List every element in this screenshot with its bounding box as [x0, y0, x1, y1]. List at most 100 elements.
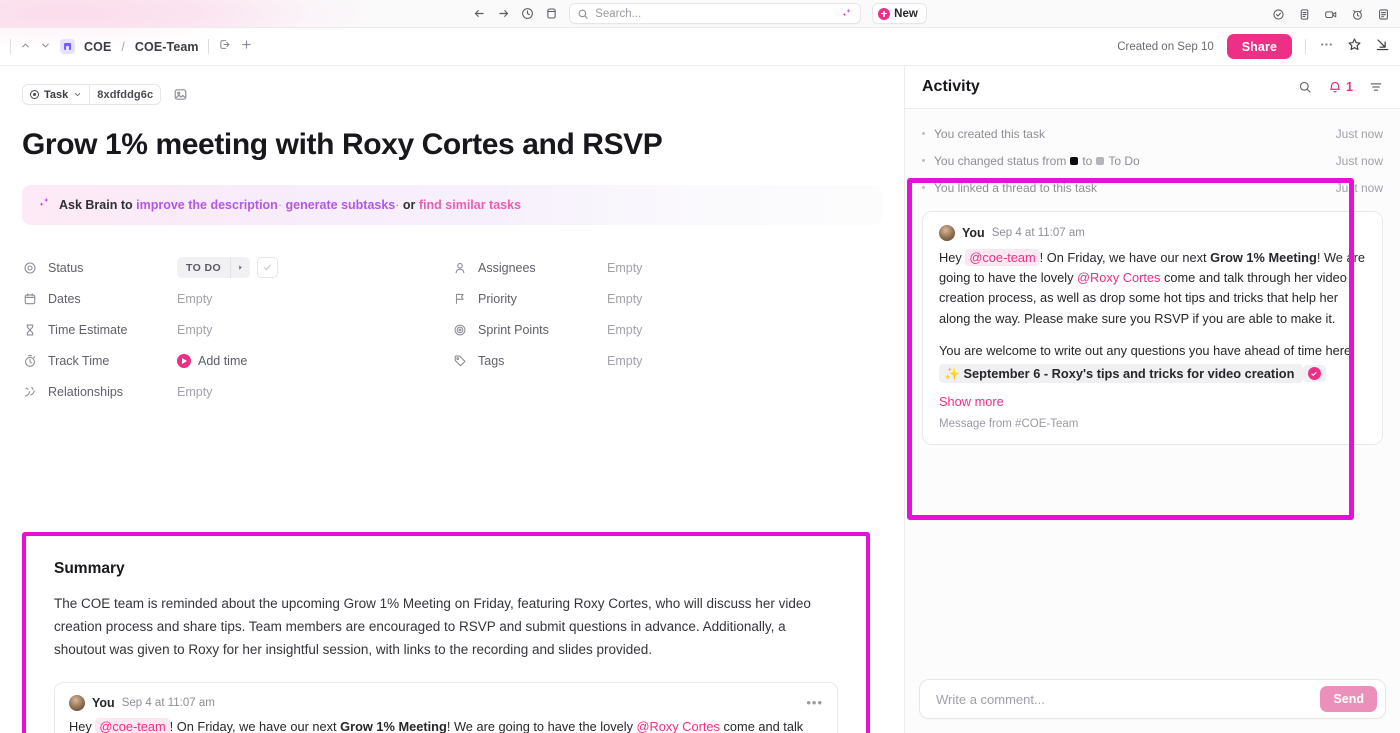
play-record-icon [177, 353, 191, 368]
field-time-estimate-label: Time Estimate [22, 323, 177, 337]
bullet-icon [922, 159, 925, 162]
field-label-text: Time Estimate [48, 322, 128, 337]
log-text: You linked a thread to this task [934, 180, 1097, 195]
share-button[interactable]: Share [1226, 34, 1292, 59]
page-title: Grow 1% meeting with Roxy Cortes and RSV… [22, 128, 663, 161]
doc-icon[interactable] [1298, 8, 1311, 21]
breadcrumb-list[interactable]: COE-Team [135, 40, 199, 54]
task-link-badge[interactable] [1302, 365, 1326, 383]
field-assignees-value[interactable]: Empty [607, 261, 642, 275]
p1-bold: Grow 1% Meeting [1210, 250, 1317, 265]
add-time-button[interactable]: Add time [177, 353, 247, 368]
breadcrumb: COE / COE-Team [10, 38, 253, 56]
comment-composer: Send [905, 669, 1400, 733]
more-options-icon[interactable] [1319, 37, 1334, 57]
chevron-up-icon[interactable] [20, 38, 31, 56]
field-priority-value[interactable]: Empty [607, 292, 642, 306]
notifications-bell[interactable]: 1 [1328, 80, 1353, 94]
generate-subtasks-link[interactable]: generate subtasks [285, 198, 395, 212]
flag-icon [452, 292, 467, 306]
status-badge[interactable]: TO DO [177, 257, 251, 279]
clip-record-icon[interactable] [1324, 8, 1338, 21]
field-assignees: Assignees Empty [452, 252, 882, 283]
field-sprint-points-value[interactable]: Empty [607, 323, 642, 337]
linked-doc-chip[interactable]: ✨ September 6 - Roxy's tips and tricks f… [939, 363, 1303, 383]
field-sprint-points: Sprint Points Empty [452, 314, 882, 345]
open-in-new-icon[interactable] [218, 38, 231, 56]
field-label-text: Tags [478, 353, 505, 368]
pink-gradient-decoration [0, 0, 360, 27]
task-check-icon[interactable] [1272, 8, 1285, 21]
task-id-label[interactable]: 8xdfddg6c [89, 85, 160, 104]
field-label-text: Dates [48, 291, 81, 306]
mention-roxy-cortes[interactable]: @Roxy Cortes [1077, 270, 1160, 285]
task-type-pill[interactable]: Task 8xdfddg6c [22, 84, 162, 105]
task-type-segment[interactable]: Task [23, 85, 89, 104]
brain-sparkle-icon[interactable] [840, 7, 853, 20]
field-time-estimate-value[interactable]: Empty [177, 323, 212, 337]
reminder-alarm-icon[interactable] [1351, 8, 1364, 21]
breadcrumb-space[interactable]: COE [84, 40, 111, 54]
task-meta-row: Task 8xdfddg6c [22, 84, 882, 105]
field-track-time: Track Time Add time [22, 345, 452, 376]
tag-icon [452, 354, 467, 368]
field-priority: Priority Empty [452, 283, 882, 314]
back-arrow-icon[interactable] [473, 7, 486, 20]
favorite-star-icon[interactable] [1347, 37, 1362, 57]
embedded-more-icon[interactable]: ••• [806, 695, 823, 710]
find-similar-tasks-link[interactable]: find similar tasks [419, 198, 521, 212]
field-dates-value[interactable]: Empty [177, 292, 212, 306]
inbox-icon[interactable] [545, 7, 558, 20]
comment-input-box[interactable]: Send [919, 679, 1386, 719]
search-placeholder: Search... [595, 7, 642, 20]
mention-roxy-cortes[interactable]: @Roxy Cortes [637, 719, 720, 733]
embed-line1-b: ! On Friday, we have our next [169, 718, 337, 733]
improve-description-link[interactable]: improve the description [136, 198, 278, 212]
field-tags-value[interactable]: Empty [607, 354, 642, 368]
log-text: You created this task [934, 126, 1045, 141]
activity-header-actions: 1 [1298, 80, 1383, 94]
avatar [69, 694, 85, 711]
history-clock-icon[interactable] [521, 7, 534, 20]
status-controls: TO DO [177, 257, 279, 279]
field-relationships-value[interactable]: Empty [177, 385, 212, 399]
activity-log-row: You created this task Just now [922, 120, 1383, 147]
task-fields-right: Assignees Empty Priority Empty Sprint Po… [452, 252, 882, 407]
field-priority-label: Priority [452, 292, 607, 306]
field-label-text: Relationships [48, 384, 124, 399]
mention-coe-team[interactable]: @coe-team [965, 249, 1040, 266]
field-status: Status TO DO [22, 252, 452, 283]
comment-input[interactable] [936, 691, 1321, 707]
top-bar-center-group: Search... New [473, 3, 927, 24]
embed-line2-a: We are going to have the lovely [453, 718, 633, 733]
breadcrumb-separator: / [121, 39, 125, 54]
hourglass-icon [22, 323, 37, 337]
field-time-estimate: Time Estimate Empty [22, 314, 452, 345]
chevron-down-icon [75, 93, 81, 97]
space-avatar-icon[interactable] [60, 39, 75, 54]
send-button[interactable]: Send [1320, 686, 1377, 712]
status-next-icon[interactable] [230, 257, 250, 279]
forward-arrow-icon[interactable] [497, 7, 510, 20]
search-icon[interactable] [1298, 80, 1312, 94]
whiteboard-icon[interactable] [1377, 8, 1390, 21]
chevron-down-icon[interactable] [40, 38, 51, 56]
activity-pane: Activity 1 You created this task Just no… [905, 66, 1400, 733]
task-type-label: Task [44, 88, 69, 101]
mention-coe-team[interactable]: @coe-team [95, 717, 170, 733]
stopwatch-icon [22, 354, 37, 368]
comment-timestamp: Sep 4 at 11:07 am [991, 227, 1085, 239]
embedded-timestamp: Sep 4 at 11:07 am [121, 696, 215, 709]
field-dates-label: Dates [22, 292, 177, 306]
task-fields-left: Status TO DO Dates Empty Time Estimate E… [22, 252, 452, 407]
collapse-panel-icon[interactable] [1375, 37, 1390, 57]
new-button[interactable]: New [872, 3, 927, 24]
comment-show-more[interactable]: Show more [939, 394, 1366, 409]
status-swatch-old [1070, 156, 1079, 165]
person-icon [452, 261, 467, 275]
mark-complete-checkbox[interactable] [257, 257, 279, 279]
add-icon[interactable] [240, 38, 253, 56]
filter-icon[interactable] [1369, 80, 1383, 94]
global-search-box[interactable]: Search... [569, 3, 862, 24]
cover-image-icon[interactable] [173, 87, 188, 102]
